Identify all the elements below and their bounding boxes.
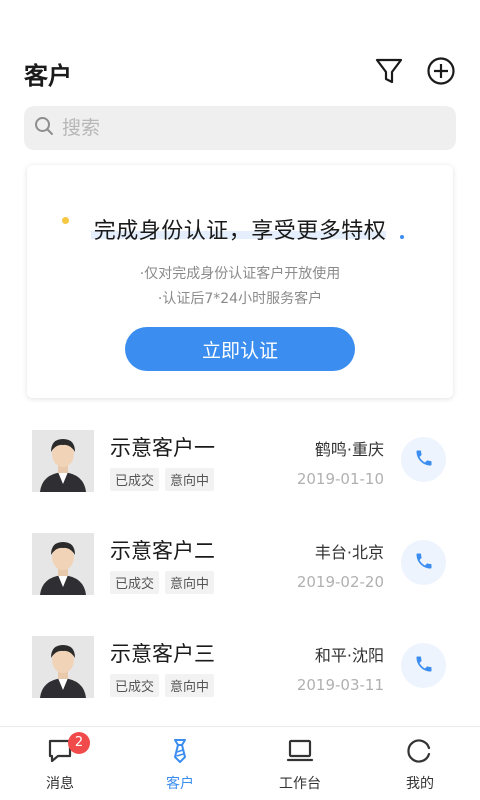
page-title: 客户: [24, 62, 72, 90]
tab-label: 我的: [406, 776, 434, 792]
tie-icon: [166, 737, 194, 769]
promo-benefit-1: ·仅对完成身份认证客户开放使用: [139, 266, 341, 282]
phone-icon: [414, 654, 434, 678]
status-tags: 已成交 意向中: [110, 468, 215, 491]
promo-title: 完成身份认证，享受更多特权: [93, 219, 387, 244]
filter-icon[interactable]: [374, 56, 404, 86]
customer-date: 2019-02-20: [296, 573, 384, 591]
verification-card: 完成身份认证，享受更多特权 ·仅对完成身份认证客户开放使用 ·认证后7*24小时…: [27, 165, 453, 398]
tab-label: 客户: [166, 776, 194, 792]
avatar: [32, 430, 94, 492]
unread-badge: 2: [68, 732, 90, 754]
tab-label: 工作台: [279, 776, 321, 792]
status-badge: 已成交: [110, 468, 160, 491]
profile-icon: [406, 737, 434, 769]
customer-row[interactable]: 示意客户二 已成交 意向中 丰台·北京 2019-02-20: [0, 513, 480, 616]
customer-date: 2019-03-11: [296, 676, 384, 694]
verify-now-button[interactable]: 立即认证: [125, 327, 355, 371]
call-button[interactable]: [401, 540, 446, 585]
avatar: [32, 636, 94, 698]
phone-icon: [414, 551, 434, 575]
avatar: [32, 533, 94, 595]
search-input[interactable]: [62, 117, 422, 139]
customer-location: 鹤鸣·重庆: [314, 440, 384, 459]
search-icon: [34, 116, 54, 140]
bottom-tab-bar: 2 消息 客户 工作台 我的: [0, 726, 480, 800]
customer-date: 2019-01-10: [296, 470, 384, 488]
status-badge: 已成交: [110, 571, 160, 594]
customer-row[interactable]: 示意客户三 已成交 意向中 和平·沈阳 2019-03-11: [0, 616, 480, 719]
tab-customers[interactable]: 客户: [120, 727, 240, 800]
customer-name: 示意客户一: [110, 436, 215, 460]
tab-label: 消息: [46, 776, 74, 792]
tab-profile[interactable]: 我的: [360, 727, 480, 800]
call-button[interactable]: [401, 437, 446, 482]
call-button[interactable]: [401, 643, 446, 688]
tab-messages[interactable]: 2 消息: [0, 727, 120, 800]
customer-location: 和平·沈阳: [314, 646, 384, 665]
customer-location: 丰台·北京: [314, 543, 384, 562]
status-badge: 意向中: [165, 674, 215, 697]
search-bar[interactable]: [24, 106, 456, 150]
status-tags: 已成交 意向中: [110, 674, 215, 697]
laptop-icon: [286, 737, 314, 769]
phone-icon: [414, 448, 434, 472]
customer-list: 示意客户一 已成交 意向中 鹤鸣·重庆 2019-01-10 示意客户二 已成交…: [0, 410, 480, 719]
header: 客户: [24, 52, 456, 92]
status-badge: 意向中: [165, 468, 215, 491]
plus-circle-icon[interactable]: [426, 56, 456, 86]
status-tags: 已成交 意向中: [110, 571, 215, 594]
customer-name: 示意客户二: [110, 539, 215, 563]
customer-row[interactable]: 示意客户一 已成交 意向中 鹤鸣·重庆 2019-01-10: [0, 410, 480, 513]
customer-name: 示意客户三: [110, 642, 215, 666]
status-badge: 意向中: [165, 571, 215, 594]
status-badge: 已成交: [110, 674, 160, 697]
tab-workbench[interactable]: 工作台: [240, 727, 360, 800]
promo-benefit-2: ·认证后7*24小时服务客户: [157, 291, 323, 307]
